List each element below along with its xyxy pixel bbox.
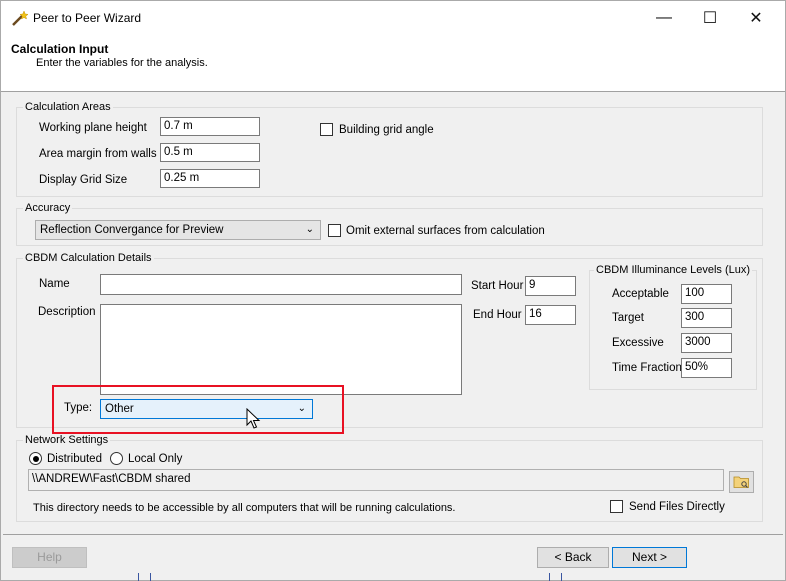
minimize-icon: — — [656, 8, 672, 26]
browse-folder-button[interactable] — [729, 471, 754, 493]
description-textarea[interactable] — [100, 304, 462, 395]
distributed-label: Distributed — [47, 453, 102, 465]
background-window-edge — [138, 573, 139, 581]
close-button[interactable]: ✕ — [733, 1, 779, 34]
accuracy-select[interactable]: Reflection Convergance for Preview ⌄ — [35, 220, 321, 240]
grid-size-input[interactable]: 0.25 m — [160, 169, 260, 188]
accuracy-selected-value: Reflection Convergance for Preview — [40, 224, 224, 236]
omit-external-label: Omit external surfaces from calculation — [346, 225, 545, 237]
page-subtitle: Enter the variables for the analysis. — [36, 57, 208, 69]
name-input[interactable] — [100, 274, 462, 295]
calc-areas-legend: Calculation Areas — [23, 101, 113, 113]
send-files-label: Send Files Directly — [629, 501, 725, 513]
highlight-box — [52, 385, 344, 434]
footer-divider — [3, 534, 783, 535]
grid-size-label: Display Grid Size — [39, 174, 128, 186]
end-hour-input[interactable]: 16 — [525, 305, 576, 325]
start-hour-label: Start Hour — [471, 280, 524, 292]
target-label: Target — [612, 312, 644, 324]
target-input[interactable]: 300 — [681, 308, 732, 328]
area-margin-input[interactable]: 0.5 m — [160, 143, 260, 162]
background-window-edge — [549, 573, 550, 581]
maximize-button[interactable]: ☐ — [687, 1, 733, 34]
chevron-down-icon: ⌄ — [305, 224, 314, 235]
title-bar: Peer to Peer Wizard — ☐ ✕ — [1, 1, 785, 34]
area-margin-label: Area margin from walls — [39, 148, 157, 160]
cbdm-legend: CBDM Calculation Details — [23, 252, 154, 264]
maximize-icon: ☐ — [702, 9, 718, 27]
time-fraction-input[interactable]: 50% — [681, 358, 732, 378]
folder-icon — [733, 476, 749, 488]
wizard-header: Calculation Input Enter the variables fo… — [1, 34, 785, 92]
background-window-edge — [561, 573, 562, 581]
network-note: This directory needs to be accessible by… — [33, 502, 456, 514]
time-fraction-label: Time Fraction — [612, 362, 682, 374]
working-plane-input[interactable]: 0.7 m — [160, 117, 260, 136]
building-grid-checkbox[interactable] — [320, 123, 333, 136]
send-files-checkbox[interactable] — [610, 500, 623, 513]
help-button[interactable]: Help — [12, 547, 87, 568]
distributed-radio[interactable] — [29, 452, 42, 465]
window-title: Peer to Peer Wizard — [33, 11, 142, 25]
minimize-button[interactable]: — — [641, 1, 687, 34]
excessive-input[interactable]: 3000 — [681, 333, 732, 353]
accuracy-legend: Accuracy — [23, 202, 73, 214]
close-icon: ✕ — [749, 9, 763, 27]
start-hour-input[interactable]: 9 — [525, 276, 576, 296]
building-grid-label: Building grid angle — [339, 124, 434, 136]
acceptable-input[interactable]: 100 — [681, 284, 732, 304]
wizard-window: Peer to Peer Wizard — ☐ ✕ Calculation In… — [0, 0, 786, 581]
network-path-input[interactable]: \\ANDREW\Fast\CBDM shared — [28, 469, 724, 491]
network-legend: Network Settings — [23, 434, 111, 446]
wizard-wand-icon — [12, 10, 29, 26]
omit-external-checkbox[interactable] — [328, 224, 341, 237]
working-plane-label: Working plane height — [39, 122, 147, 134]
background-window-edge — [150, 573, 151, 581]
local-only-label: Local Only — [128, 453, 183, 465]
illuminance-legend: CBDM Illuminance Levels (Lux) — [594, 264, 753, 276]
name-label: Name — [39, 278, 70, 290]
excessive-label: Excessive — [612, 337, 664, 349]
page-title: Calculation Input — [11, 42, 109, 56]
back-button[interactable]: < Back — [537, 547, 609, 568]
next-button[interactable]: Next > — [612, 547, 687, 568]
end-hour-label: End Hour — [473, 309, 522, 321]
local-only-radio[interactable] — [110, 452, 123, 465]
acceptable-label: Acceptable — [612, 288, 669, 300]
description-label: Description — [38, 306, 96, 318]
